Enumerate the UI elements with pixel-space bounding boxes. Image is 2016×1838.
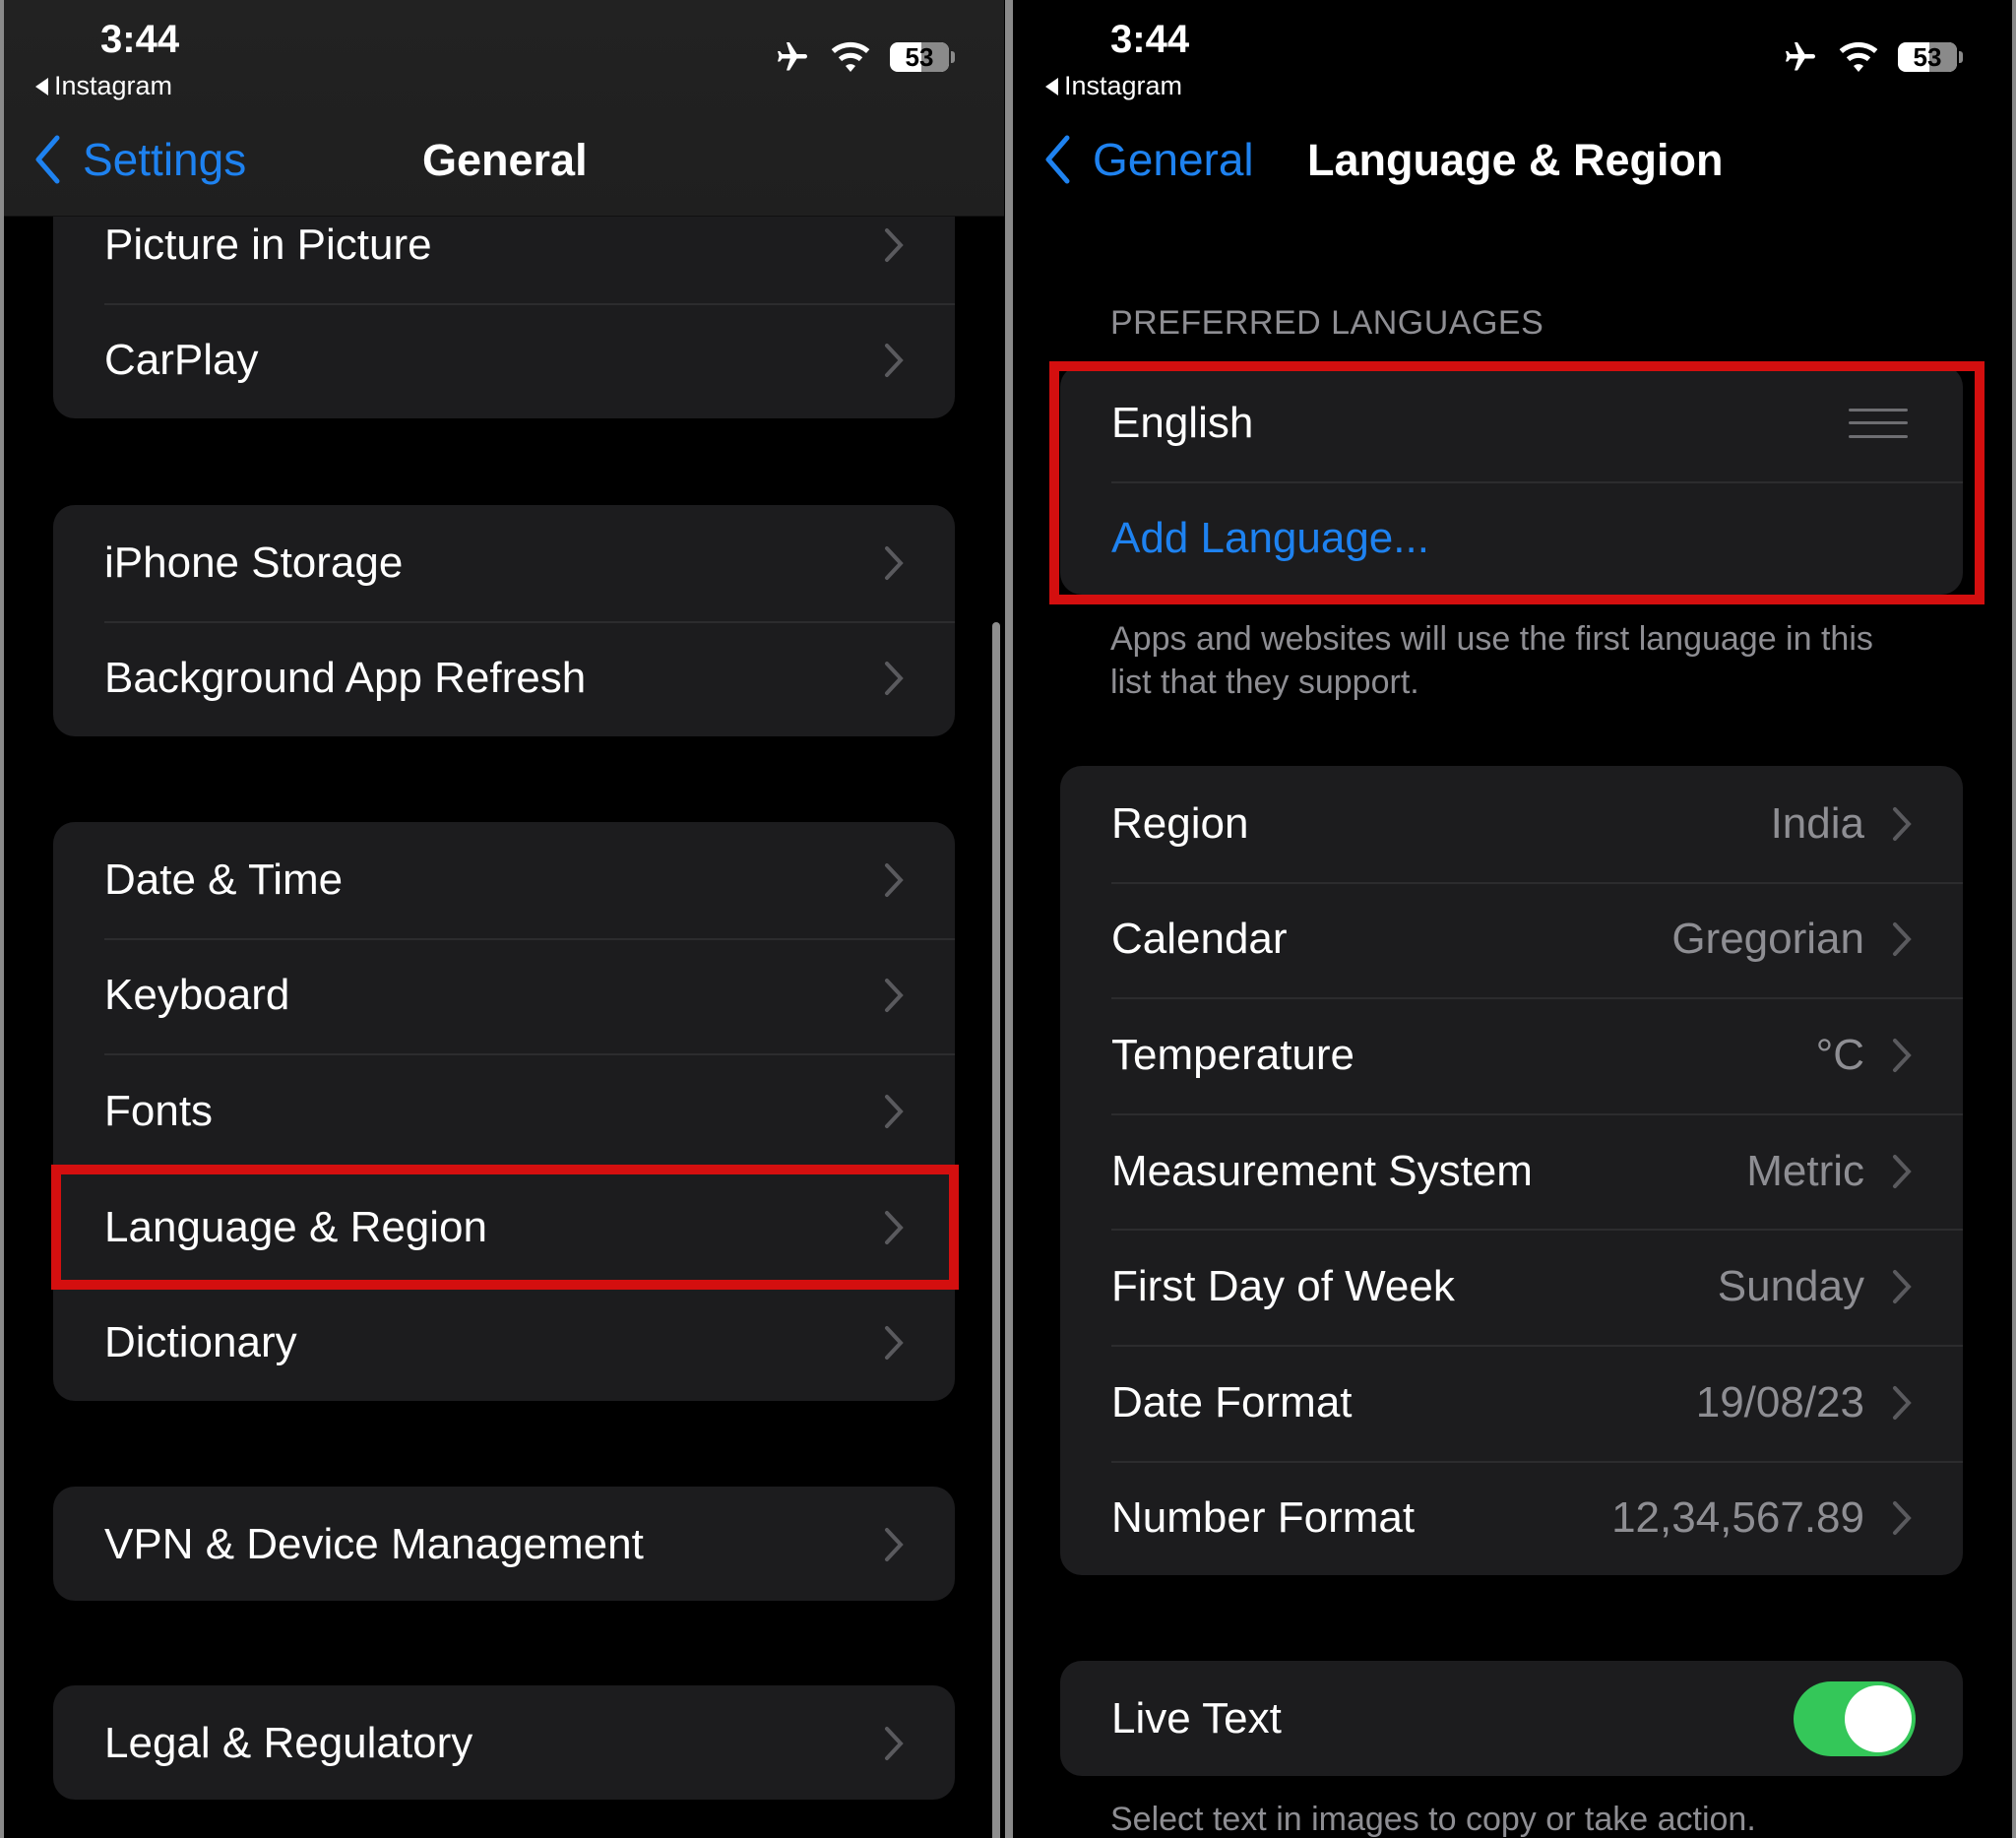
airplane-mode-icon xyxy=(1786,42,1815,71)
list-item-language-region[interactable]: Language & Region xyxy=(53,1169,955,1286)
live-text-toggle[interactable] xyxy=(1794,1680,1916,1756)
status-icons: 53 xyxy=(1782,39,1963,75)
value-measurement-system: Metric xyxy=(1746,1146,1864,1195)
list-item-carplay[interactable]: CarPlay xyxy=(53,302,955,418)
back-triangle-icon xyxy=(1045,77,1058,95)
chevron-right-icon xyxy=(885,1210,904,1244)
language-item-english[interactable]: English xyxy=(1060,365,1963,481)
live-text-footer: Select text in images to copy or take ac… xyxy=(1110,1801,1756,1838)
nav-header: 3:44 Instagram 53 General Language & Reg… xyxy=(1014,0,2012,217)
preferred-languages-header: PREFERRED LANGUAGES xyxy=(1110,304,1544,342)
list-item-iphone-storage[interactable]: iPhone Storage xyxy=(53,505,955,621)
chevron-right-icon xyxy=(1893,1038,1912,1072)
back-triangle-icon xyxy=(35,77,48,95)
chevron-right-icon xyxy=(885,662,904,696)
chevron-right-icon xyxy=(885,344,904,378)
list-item-live-text: Live Text xyxy=(1060,1661,1963,1776)
airplane-mode-icon xyxy=(778,42,807,71)
chevron-right-icon xyxy=(1893,1385,1912,1420)
nav-header: 3:44 Instagram 53 Settings General xyxy=(4,0,1004,217)
list-item-first-day-of-week[interactable]: First Day of Week Sunday xyxy=(1060,1229,1963,1345)
toggle-knob xyxy=(1845,1684,1912,1752)
chevron-right-icon xyxy=(885,1527,904,1561)
back-label: General xyxy=(1093,134,1254,185)
status-time: 3:44 xyxy=(1110,18,1190,61)
status-time: 3:44 xyxy=(100,18,180,61)
back-button-general[interactable]: General xyxy=(1043,133,1254,186)
preferred-languages-footer: Apps and websites will use the first lan… xyxy=(1110,620,1873,701)
list-item-measurement-system[interactable]: Measurement System Metric xyxy=(1060,1112,1963,1230)
status-icons: 53 xyxy=(774,39,955,75)
chevron-right-icon xyxy=(885,1094,904,1128)
back-button-settings[interactable]: Settings xyxy=(33,133,246,186)
list-item-keyboard[interactable]: Keyboard xyxy=(53,937,955,1054)
add-language-button[interactable]: Add Language... xyxy=(1060,480,1963,595)
chevron-right-icon xyxy=(885,1726,904,1760)
chevron-right-icon xyxy=(885,545,904,580)
value-calendar: Gregorian xyxy=(1671,915,1864,964)
chevron-left-icon xyxy=(35,135,60,184)
value-date-format: 19/08/23 xyxy=(1695,1377,1864,1426)
list-item-date-format[interactable]: Date Format 19/08/23 xyxy=(1060,1344,1963,1461)
chevron-right-icon xyxy=(1893,1154,1912,1188)
list-item-vpn-device-management[interactable]: VPN & Device Management xyxy=(53,1487,955,1601)
value-temperature: °C xyxy=(1815,1030,1864,1079)
reorder-handle-icon[interactable] xyxy=(1849,408,1908,438)
list-item-calendar[interactable]: Calendar Gregorian xyxy=(1060,881,1963,998)
list-item-fonts[interactable]: Fonts xyxy=(53,1053,955,1170)
settings-group-4: VPN & Device Management xyxy=(53,1487,955,1601)
back-app-label: Instagram xyxy=(54,71,173,100)
value-region: India xyxy=(1770,798,1864,848)
value-number-format: 12,34,567.89 xyxy=(1611,1493,1864,1543)
list-item-background-app-refresh[interactable]: Background App Refresh xyxy=(53,620,955,736)
language-region-screen: 3:44 Instagram 53 General Language & Reg… xyxy=(1014,0,2012,1838)
live-text-group: Live Text xyxy=(1060,1661,1963,1776)
settings-group-2: iPhone Storage Background App Refresh xyxy=(53,505,955,736)
general-settings-screen: 3:44 Instagram 53 Settings General Pictu… xyxy=(4,0,1004,1838)
scrollbar[interactable] xyxy=(992,622,1000,1838)
settings-group-5: Legal & Regulatory xyxy=(53,1685,955,1800)
chevron-right-icon xyxy=(1893,1501,1912,1536)
back-to-app-link[interactable]: Instagram xyxy=(1045,71,1182,101)
page-title: General xyxy=(422,135,588,185)
list-item-dictionary[interactable]: Dictionary xyxy=(53,1285,955,1401)
chevron-left-icon xyxy=(1045,135,1070,184)
settings-group-3: Date & Time Keyboard Fonts Language & Re… xyxy=(53,822,955,1401)
chevron-right-icon xyxy=(885,862,904,897)
list-item-date-time[interactable]: Date & Time xyxy=(53,822,955,938)
list-item-number-format[interactable]: Number Format 12,34,567.89 xyxy=(1060,1460,1963,1575)
list-item-temperature[interactable]: Temperature °C xyxy=(1060,997,1963,1113)
region-settings-group: Region India Calendar Gregorian Temperatur… xyxy=(1060,766,1963,1575)
battery-indicator: 53 xyxy=(1898,42,1957,72)
chevron-right-icon xyxy=(1893,806,1912,841)
chevron-right-icon xyxy=(1893,922,1912,957)
battery-tip xyxy=(1959,51,1963,63)
wifi-icon xyxy=(831,41,870,72)
back-to-app-link[interactable]: Instagram xyxy=(35,71,172,101)
value-first-day-of-week: Sunday xyxy=(1717,1262,1864,1311)
battery-indicator: 53 xyxy=(890,42,949,72)
panel-divider xyxy=(1004,0,1014,1838)
chevron-right-icon xyxy=(885,1326,904,1361)
preferred-languages-group: English Add Language... xyxy=(1060,365,1963,595)
chevron-right-icon xyxy=(885,227,904,262)
page-title: Language & Region xyxy=(1307,135,1724,185)
back-app-label: Instagram xyxy=(1064,71,1183,100)
chevron-right-icon xyxy=(1893,1270,1912,1304)
chevron-right-icon xyxy=(885,979,904,1013)
wifi-icon xyxy=(1839,41,1878,72)
list-item-legal-regulatory[interactable]: Legal & Regulatory xyxy=(53,1685,955,1800)
battery-tip xyxy=(951,51,955,63)
back-label: Settings xyxy=(83,134,247,185)
list-item-region[interactable]: Region India xyxy=(1060,766,1963,882)
